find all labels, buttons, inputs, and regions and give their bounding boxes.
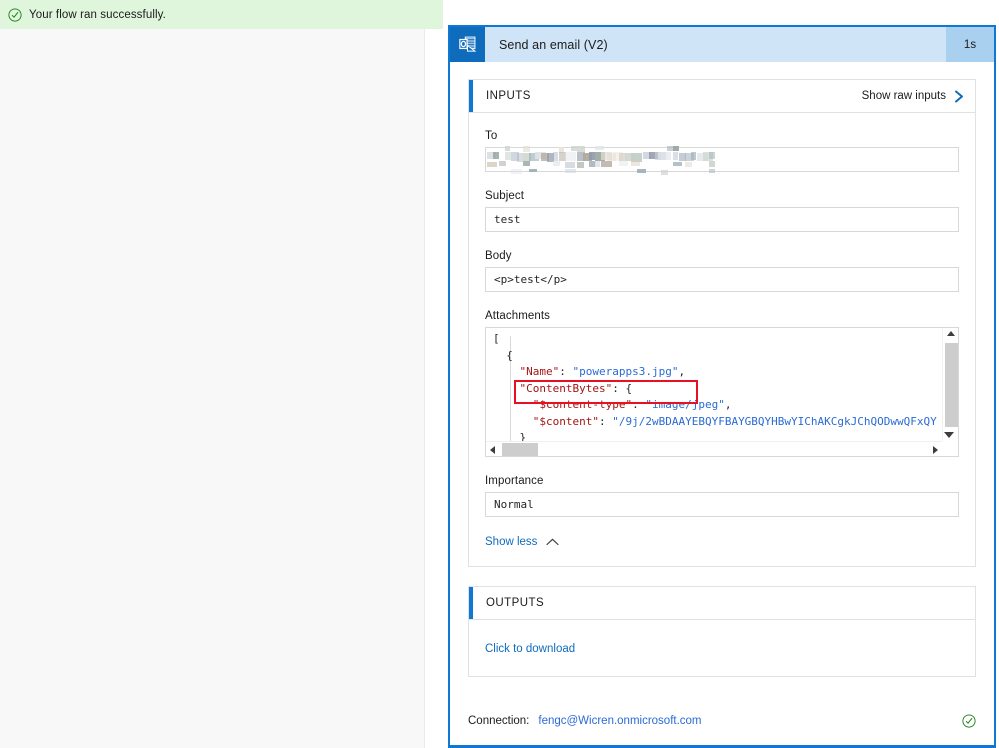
outputs-panel-title: OUTPUTS [486, 597, 545, 609]
connection-row: Connection: fengc@Wicren.onmicrosoft.com [468, 714, 976, 728]
scroll-up-arrow-icon[interactable] [947, 331, 955, 336]
scroll-right-arrow-icon[interactable] [933, 446, 938, 454]
inputs-panel-title: INPUTS [486, 90, 531, 102]
field-importance-input[interactable]: Normal [485, 492, 959, 517]
field-to: To [485, 130, 959, 175]
field-body-input[interactable]: <p>test</p> [485, 267, 959, 292]
show-less-label: Show less [485, 536, 538, 548]
success-check-circle-icon [8, 7, 22, 22]
action-card-title: Send an email (V2) [499, 37, 608, 52]
scroll-left-arrow-icon[interactable] [490, 446, 495, 454]
attachments-code-editor[interactable]: [ { "Name": "powerapps3.jpg", "ContentBy… [485, 327, 959, 457]
attachments-json-text: [ { "Name": "powerapps3.jpg", "ContentBy… [493, 332, 937, 456]
horizontal-scroll-thumb[interactable] [502, 443, 538, 456]
action-duration-badge: 1s [946, 27, 994, 62]
show-raw-inputs-button[interactable]: Show raw inputs [862, 80, 965, 112]
attachments-horizontal-scrollbar[interactable] [486, 441, 942, 456]
chevron-up-icon [546, 538, 560, 546]
action-card-header[interactable]: Send an email (V2) 1s [450, 27, 994, 62]
field-body-label: Body [485, 250, 512, 262]
outputs-panel: OUTPUTS Click to download [468, 586, 976, 677]
inputs-panel: INPUTS Show raw inputs To Subject test B… [468, 79, 976, 567]
flow-status-message: Your flow ran successfully. [29, 8, 166, 21]
chevron-right-icon [955, 90, 963, 102]
action-card-send-an-email[interactable]: Send an email (V2) 1s INPUTS Show raw in… [448, 25, 996, 748]
field-importance: Importance Normal [485, 475, 959, 517]
action-card-body: INPUTS Show raw inputs To Subject test B… [450, 62, 994, 677]
redacted-recipient-value [487, 142, 715, 176]
click-to-download-link[interactable]: Click to download [485, 643, 575, 655]
show-less-button[interactable]: Show less [485, 536, 959, 548]
field-to-label: To [485, 130, 498, 142]
inputs-panel-header: INPUTS Show raw inputs [469, 80, 975, 113]
connection-account-link[interactable]: fengc@Wicren.onmicrosoft.com [538, 715, 701, 727]
attachments-vertical-scrollbar[interactable] [942, 328, 958, 441]
field-attachments: Attachments [ { "Name": "powerapps3.jpg"… [485, 310, 959, 457]
connection-label: Connection: [468, 715, 530, 727]
field-subject: Subject test [485, 190, 959, 232]
outlook-icon [450, 27, 485, 62]
page-background-left [0, 29, 424, 748]
field-importance-label: Importance [485, 475, 544, 487]
check-circle-icon [962, 714, 976, 728]
outputs-panel-header: OUTPUTS [469, 587, 975, 620]
inputs-panel-content: To Subject test Body <p>test</p> Attachm… [469, 113, 975, 566]
field-attachments-label: Attachments [485, 310, 551, 322]
field-body: Body <p>test</p> [485, 250, 959, 292]
flow-status-banner: Your flow ran successfully. [0, 0, 443, 29]
page-background-top [443, 0, 999, 25]
page-background-gutter [424, 29, 443, 748]
scroll-down-arrow-icon[interactable] [944, 432, 954, 438]
field-subject-label: Subject [485, 190, 525, 202]
field-subject-input[interactable]: test [485, 207, 959, 232]
outputs-panel-content: Click to download [469, 620, 975, 676]
show-raw-inputs-label: Show raw inputs [861, 90, 946, 102]
vertical-scroll-thumb[interactable] [945, 343, 958, 427]
